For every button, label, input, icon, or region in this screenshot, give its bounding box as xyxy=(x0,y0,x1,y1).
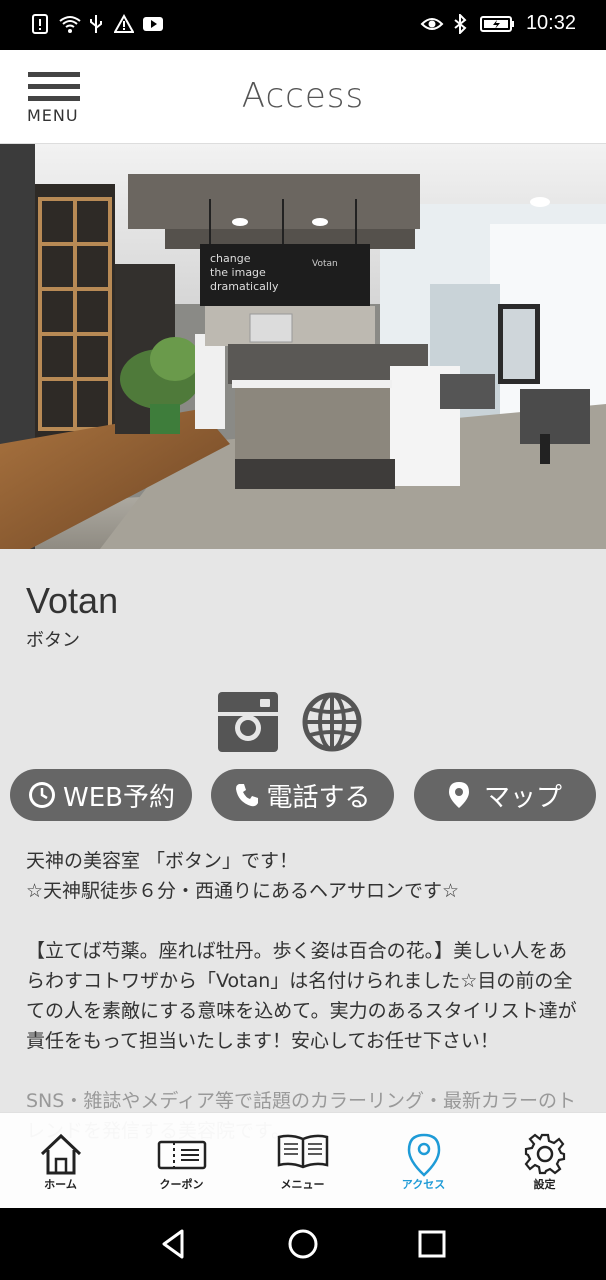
battery-charging-icon xyxy=(479,14,516,34)
bluetooth-icon xyxy=(450,12,470,35)
salon-name: Votan xyxy=(26,580,119,621)
youtube-icon xyxy=(142,14,163,34)
tab-label: アクセス xyxy=(401,1178,446,1191)
sign-text: the image xyxy=(210,266,266,279)
salon-interior-illustration: change the image dramatically Votan xyxy=(0,144,606,549)
web-reservation-button[interactable]: WEB予約 xyxy=(10,769,192,821)
web-reservation-label: WEB予約 xyxy=(63,782,175,813)
tab-access[interactable]: アクセス xyxy=(363,1113,484,1209)
recent-apps-icon[interactable] xyxy=(416,1228,448,1260)
map-label: マップ xyxy=(483,782,562,813)
tab-settings[interactable]: 設定 xyxy=(484,1113,605,1209)
sign-brand: Votan xyxy=(312,259,338,269)
ticket-icon xyxy=(157,1140,206,1170)
gear-icon xyxy=(524,1133,565,1175)
tab-label: メニュー xyxy=(280,1178,325,1191)
description-line: ☆天神駅徒歩６分・西通りにあるヘアサロンです☆ xyxy=(26,880,460,902)
salon-photo: change the image dramatically Votan xyxy=(0,144,606,549)
clock: 10:32 xyxy=(525,12,576,34)
sign-text: change xyxy=(210,252,251,265)
book-icon xyxy=(277,1134,328,1169)
warning-icon xyxy=(113,13,135,34)
phone-icon xyxy=(236,784,259,807)
tab-menu[interactable]: メニュー xyxy=(242,1113,363,1209)
wifi-question-icon xyxy=(58,14,81,34)
status-bar: 10:32 xyxy=(0,0,606,50)
description-line: 天神の美容室 「ボタン」です！ xyxy=(26,850,299,872)
call-label: 電話する xyxy=(266,782,371,813)
tab-coupon[interactable]: クーポン xyxy=(121,1113,242,1209)
notification-alert-icon xyxy=(30,14,50,34)
eye-icon xyxy=(420,14,444,34)
map-button[interactable]: マップ xyxy=(414,769,596,821)
tab-label: 設定 xyxy=(533,1178,556,1191)
tab-label: クーポン xyxy=(159,1178,204,1191)
salon-name-kana: ボタン xyxy=(26,630,80,651)
location-pin-icon xyxy=(407,1133,440,1177)
call-button[interactable]: 電話する xyxy=(211,769,394,821)
home-icon xyxy=(40,1133,81,1175)
usb-icon xyxy=(86,14,106,34)
sign-text: dramatically xyxy=(210,280,279,293)
instagram-icon[interactable] xyxy=(218,692,278,752)
page-title: Access xyxy=(241,76,365,116)
back-icon[interactable] xyxy=(158,1228,190,1260)
clock-icon xyxy=(29,782,55,808)
bottom-tab-bar: ホーム クーポン メニュー アクセス 設定 xyxy=(0,1112,606,1208)
system-navigation-bar xyxy=(0,1208,606,1280)
description-paragraph: 【立てば芍薬。座れば牡丹。歩く姿は百合の花。】美しい人をあらわすコトワザから「V… xyxy=(26,940,577,1052)
map-pin-icon xyxy=(448,782,469,808)
globe-icon[interactable] xyxy=(302,692,362,752)
tab-home[interactable]: ホーム xyxy=(0,1113,121,1209)
home-circle-icon[interactable] xyxy=(287,1228,319,1260)
tab-label: ホーム xyxy=(44,1178,77,1191)
description-intro: 天神の美容室 「ボタン」です！ ☆天神駅徒歩６分・西通りにあるヘアサロンです☆ xyxy=(26,846,582,906)
app-header: MENU Access xyxy=(0,50,606,144)
